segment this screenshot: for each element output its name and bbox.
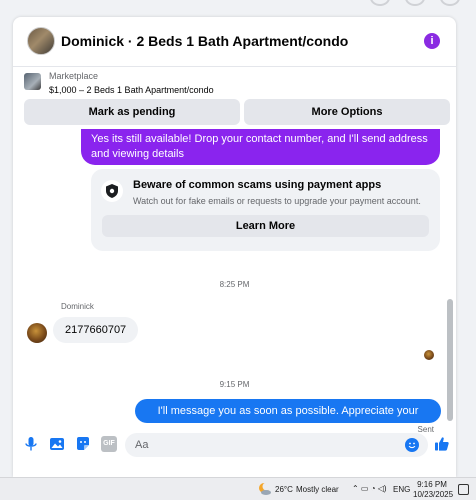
scam-warning-title: Beware of common scams using payment app… — [133, 179, 382, 191]
message-input[interactable]: Aa — [125, 433, 428, 457]
weather-moon-icon[interactable] — [258, 482, 272, 496]
timestamp: 8:25 PM — [219, 280, 250, 289]
message-placeholder: Aa — [135, 439, 149, 451]
emoji-icon[interactable] — [405, 438, 419, 452]
temperature[interactable]: 26°C — [275, 485, 293, 494]
message-thread: Yes its still available! Drop your conta… — [13, 129, 456, 441]
outgoing-message[interactable]: I'll message you as soon as possible. Ap… — [135, 399, 441, 441]
clock-date: 10/23/2025 — [413, 490, 454, 499]
scam-warning-body: Watch out for fake emails or requests to… — [133, 196, 421, 206]
top-icon[interactable] — [370, 0, 390, 6]
top-icon[interactable] — [405, 0, 425, 6]
sender-name: Dominick — [61, 302, 94, 311]
outgoing-message[interactable]: Yes its still available! Drop your conta… — [81, 129, 440, 165]
scrollbar-thumb[interactable] — [447, 299, 453, 421]
listing-actions: Mark as pending More Options — [13, 99, 456, 127]
clock-time: 9:16 PM — [417, 480, 447, 489]
mark-as-pending-button[interactable]: Mark as pending — [24, 99, 240, 125]
listing-summary: $1,000 – 2 Beds 1 Bath Apartment/condo — [49, 85, 214, 95]
listing-avatar[interactable] — [27, 27, 55, 55]
message-composer: GIF Aa — [13, 429, 456, 461]
more-options-button[interactable]: More Options — [244, 99, 450, 125]
chat-window: Dominick · 2 Beds 1 Bath Apartment/condo… — [13, 17, 456, 477]
timestamp: 9:15 PM — [219, 380, 250, 389]
scam-warning-card: Beware of common scams using payment app… — [91, 169, 440, 251]
notification-icon[interactable] — [458, 484, 469, 495]
microphone-icon[interactable] — [23, 436, 39, 452]
chat-header: Dominick · 2 Beds 1 Bath Apartment/condo… — [13, 17, 456, 67]
learn-more-button[interactable]: Learn More — [102, 215, 429, 237]
like-icon[interactable] — [434, 436, 450, 452]
shield-icon — [101, 180, 123, 202]
sender-avatar[interactable] — [27, 323, 47, 343]
chat-title[interactable]: Dominick · 2 Beds 1 Bath Apartment/condo — [61, 33, 348, 49]
info-icon[interactable]: i — [424, 33, 440, 49]
system-tray-icons[interactable]: ⌃ ▭ ◔ ◁) — [352, 484, 387, 493]
weather-condition[interactable]: Mostly clear — [296, 485, 339, 494]
clock[interactable]: 9:16 PM 10/23/2025 — [413, 480, 454, 500]
listing-source: Marketplace — [49, 71, 99, 81]
incoming-message[interactable]: 2177660707 — [53, 317, 139, 343]
listing-card[interactable]: Marketplace $1,000 – 2 Beds 1 Bath Apart… — [13, 68, 456, 99]
top-icon[interactable] — [440, 0, 460, 6]
gif-icon[interactable]: GIF — [101, 436, 117, 452]
listing-thumbnail — [24, 73, 41, 90]
image-icon[interactable] — [49, 436, 65, 452]
seen-indicator-avatar — [424, 350, 434, 360]
top-strip — [0, 0, 476, 10]
windows-taskbar: 26°C Mostly clear ⌃ ▭ ◔ ◁) ENG 9:16 PM 1… — [0, 477, 476, 500]
language-indicator[interactable]: ENG — [393, 485, 410, 494]
sticker-icon[interactable] — [75, 436, 91, 452]
